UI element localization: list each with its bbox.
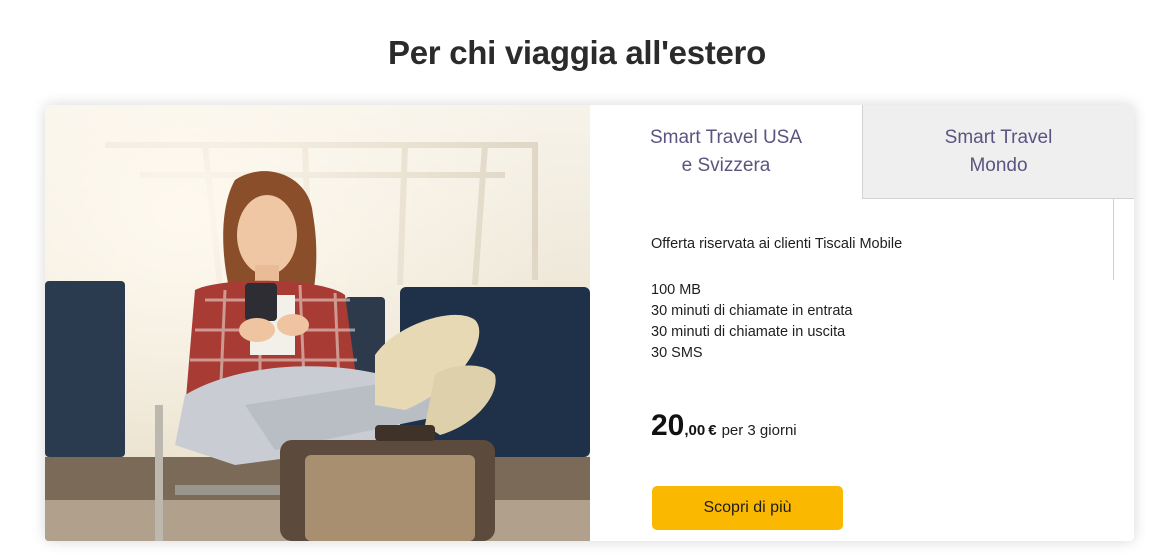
feature-item: 100 MB — [651, 282, 701, 298]
offer-note: Offerta riservata ai clienti Tiscali Mob… — [651, 236, 903, 252]
offer-card: Smart Travel USA e Svizzera Smart Travel… — [45, 105, 1134, 541]
price-integer: 20 — [651, 409, 685, 442]
price-currency: € — [708, 422, 717, 439]
price-period: per 3 giorni — [721, 422, 797, 439]
tab-label-line2: Mondo — [969, 154, 1028, 176]
feature-list: 100 MB 30 minuti di chiamate in entrata … — [651, 280, 1111, 364]
traveler-photo — [45, 105, 590, 541]
feature-item: 30 minuti di chiamate in uscita — [651, 324, 846, 340]
offer-panel: Smart Travel USA e Svizzera Smart Travel… — [590, 105, 1134, 541]
feature-item: 30 SMS — [651, 345, 703, 361]
tab-smart-travel-mondo[interactable]: Smart Travel Mondo — [862, 105, 1134, 199]
tab-label-line1: Smart Travel USA — [649, 127, 803, 148]
price: 20 ,00 € per 3 giorni — [651, 409, 797, 443]
feature-item: 30 minuti di chiamate in entrata — [651, 303, 853, 319]
discover-more-button[interactable]: Scopri di più — [652, 486, 843, 530]
offer-details: Offerta riservata ai clienti Tiscali Mob… — [651, 236, 1111, 364]
tab-label-line1: Smart Travel — [944, 126, 1053, 148]
tab-label-line2: e Svizzera — [681, 155, 771, 176]
tab-smart-travel-usa[interactable]: Smart Travel USA e Svizzera — [590, 105, 862, 199]
price-decimal: ,00 — [684, 422, 706, 439]
page-title: Per chi viaggia all'estero — [388, 34, 766, 71]
